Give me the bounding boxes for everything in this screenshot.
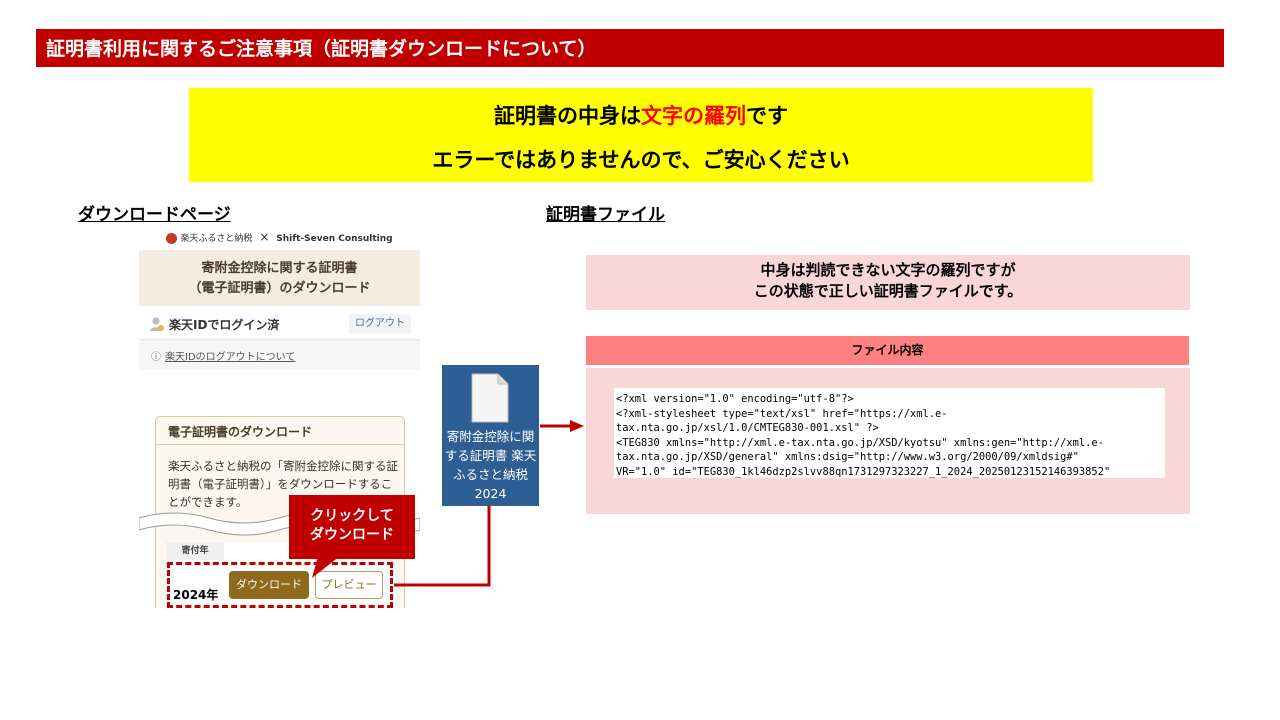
info-icon: ⓘ bbox=[151, 352, 161, 363]
notice-line1-suffix: です bbox=[746, 104, 788, 128]
logo-cross: × bbox=[259, 230, 270, 244]
document-icon bbox=[471, 373, 509, 423]
notice-line1: 証明書の中身は文字の羅列です bbox=[189, 100, 1093, 130]
notice-line1-prefix: 証明書の中身は bbox=[494, 104, 641, 128]
logo-text: 楽天ふるさと納税 bbox=[180, 234, 253, 244]
left-section-heading: ダウンロードページ bbox=[78, 205, 231, 225]
page-title: 証明書利用に関するご注意事項（証明書ダウンロードについて） bbox=[46, 38, 597, 60]
login-status: 楽天IDでログイン済 bbox=[169, 318, 280, 332]
click-callout: クリックして ダウンロード bbox=[289, 495, 415, 559]
person-icon bbox=[149, 316, 165, 336]
file-content-code: <?xml version="1.0" encoding="utf-8"?> <… bbox=[614, 388, 1165, 478]
info-row: ⓘ 楽天IDのログアウトについて bbox=[139, 340, 420, 370]
explanation-line2: この状態で正しい証明書ファイルです。 bbox=[753, 282, 1023, 300]
arrow-head bbox=[570, 420, 584, 432]
file-content-header: ファイル内容 bbox=[586, 336, 1189, 365]
callout-line1: クリックして bbox=[310, 508, 394, 524]
file-content-panel: <?xml version="1.0" encoding="utf-8"?> <… bbox=[586, 368, 1190, 514]
download-page-header: 寄附金控除に関する証明書 （電子証明書）のダウンロード bbox=[139, 250, 420, 306]
explanation-box: 中身は判読できない文字の羅列ですが この状態で正しい証明書ファイルです。 bbox=[586, 255, 1190, 310]
header-line1: 寄附金控除に関する証明書 bbox=[201, 261, 358, 276]
right-section-heading: 証明書ファイル bbox=[546, 205, 665, 225]
logout-button[interactable]: ログアウト bbox=[349, 314, 411, 334]
title-bar: 証明書利用に関するご注意事項（証明書ダウンロードについて） bbox=[36, 29, 1224, 67]
notice-emphasis: 文字の羅列 bbox=[641, 104, 746, 128]
partner-logo-row: 楽天ふるさと納税 × Shift-Seven Consulting bbox=[139, 230, 420, 244]
seal-icon bbox=[166, 233, 178, 244]
file-name: 寄附金控除に関する証明書 楽天ふるさと納税 2024 bbox=[444, 429, 537, 501]
highlight-dashed-box bbox=[167, 562, 393, 608]
card-title: 電子証明書のダウンロード bbox=[156, 417, 404, 445]
notice-box: 証明書の中身は文字の羅列です エラーではありませんので、ご安心ください bbox=[189, 88, 1093, 182]
login-row: 楽天IDでログイン済 ログアウト bbox=[139, 308, 420, 340]
year-column-header: 寄付年 bbox=[166, 542, 224, 560]
notice-line2: エラーではありませんので、ご安心ください bbox=[432, 148, 850, 172]
callout-line2: ダウンロード bbox=[310, 527, 394, 543]
header-line2: （電子証明書）のダウンロード bbox=[188, 281, 371, 296]
explanation-line1: 中身は判読できない文字の羅列ですが bbox=[760, 261, 1016, 279]
downloaded-file-icon[interactable]: 寄附金控除に関する証明書 楽天ふるさと納税 2024 bbox=[442, 365, 539, 506]
logout-info-link[interactable]: 楽天IDのログアウトについて bbox=[165, 348, 295, 363]
partner-name: Shift-Seven Consulting bbox=[276, 234, 393, 244]
